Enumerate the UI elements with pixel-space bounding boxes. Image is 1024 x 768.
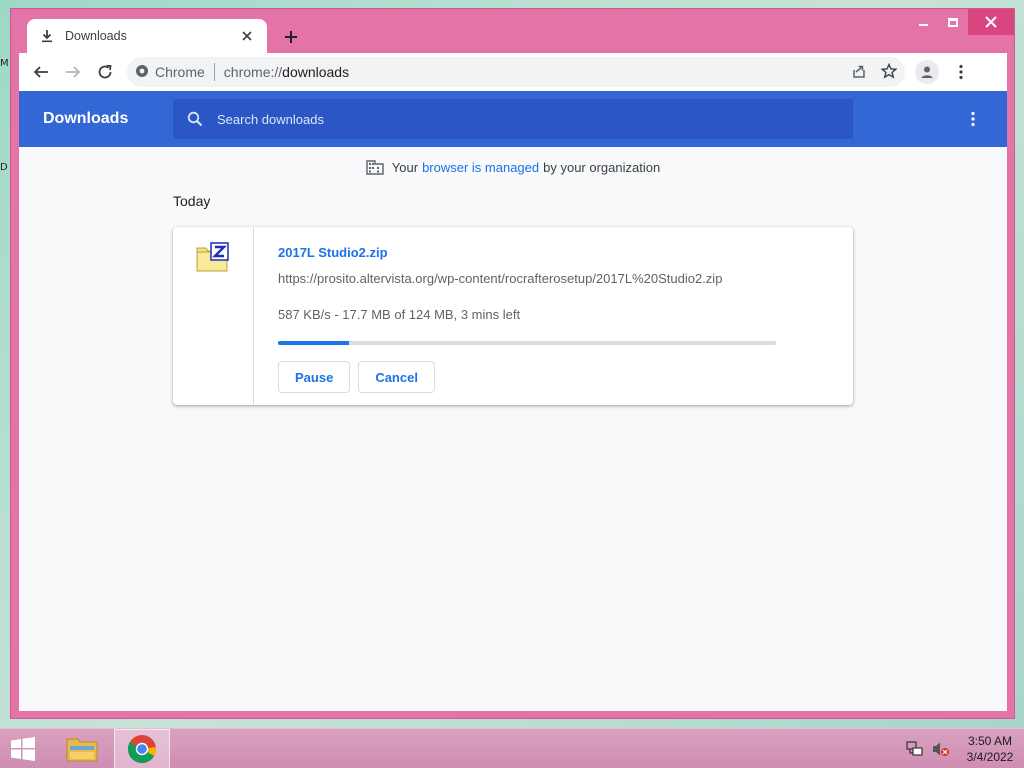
downloads-header: Downloads (19, 91, 1007, 147)
bookmark-button[interactable] (880, 62, 898, 82)
tab-title: Downloads (65, 29, 127, 43)
avatar-icon (915, 60, 939, 84)
reload-icon (98, 64, 112, 79)
download-actions: Pause Cancel (278, 361, 435, 393)
desktop-edge-label: M (0, 58, 9, 69)
browser-toolbar: Chrome chrome://downloads (19, 53, 1007, 91)
address-bar[interactable]: Chrome chrome://downloads (127, 57, 905, 87)
taskbar-file-explorer[interactable] (54, 729, 110, 768)
managed-notice-prefix: Your (391, 159, 419, 175)
omnibox-divider (213, 63, 215, 81)
volume-button[interactable] (930, 738, 952, 760)
managed-notice-link[interactable]: browser is managed (422, 160, 539, 175)
site-label: Chrome (155, 64, 205, 80)
close-icon (985, 16, 997, 28)
download-progress-bar (278, 341, 776, 345)
clock-time: 3:50 AM (967, 734, 1013, 748)
reload-button[interactable] (89, 56, 121, 88)
managed-notice-suffix: by your organization (543, 159, 661, 175)
search-box[interactable] (173, 99, 853, 139)
downloads-page: Downloads Your browser is managed by you… (19, 91, 1007, 711)
browser-menu-button[interactable] (945, 56, 977, 88)
download-status: 587 KB/s - 17.7 MB of 124 MB, 3 mins lef… (278, 307, 521, 322)
new-tab-button[interactable] (279, 25, 303, 49)
system-tray: 3:50 AM 3/4/2022 (904, 729, 1024, 768)
date-heading: Today (173, 193, 211, 209)
url-scheme: chrome:// (223, 64, 283, 80)
download-item-icon-column (173, 227, 254, 405)
clock-date: 3/4/2022 (966, 750, 1014, 764)
zip-file-icon (196, 242, 230, 277)
search-input[interactable] (217, 111, 817, 127)
clock[interactable]: 3:50 AM 3/4/2022 (956, 733, 1024, 765)
managed-notice: Your browser is managed by your organiza… (19, 159, 1007, 175)
windows-logo-icon (11, 737, 35, 761)
profile-button[interactable] (911, 56, 943, 88)
search-icon (187, 111, 203, 127)
star-icon (880, 62, 898, 79)
download-file-name[interactable]: 2017L Studio2.zip (278, 245, 388, 260)
building-icon (366, 159, 384, 175)
download-item: 2017L Studio2.zip https://prosito.alterv… (173, 227, 853, 405)
kebab-menu-icon (959, 64, 963, 80)
network-icon (906, 741, 923, 756)
taskbar-chrome[interactable] (114, 729, 170, 768)
chrome-site-icon (135, 64, 149, 81)
plus-icon (285, 31, 297, 43)
tab-close-button[interactable] (239, 28, 255, 44)
tab-strip: Downloads (17, 19, 977, 53)
back-button[interactable] (25, 56, 57, 88)
download-progress-fill (278, 341, 349, 345)
tab-downloads[interactable]: Downloads (27, 19, 267, 53)
url-path: downloads (282, 64, 350, 80)
page-title: Downloads (43, 110, 129, 127)
chrome-logo-icon (127, 735, 157, 764)
pause-button[interactable]: Pause (278, 361, 351, 393)
desktop-edge-label: D (0, 162, 8, 173)
download-icon (39, 28, 55, 44)
arrow-left-icon (33, 66, 48, 78)
browser-window: Downloads Chrome chrome://downloads Down… (10, 8, 1015, 719)
start-button[interactable] (8, 735, 38, 763)
arrow-right-icon (66, 66, 81, 78)
close-icon (242, 31, 252, 41)
share-icon (853, 65, 865, 78)
volume-muted-icon (933, 742, 949, 756)
folder-icon (66, 738, 98, 762)
cancel-button[interactable]: Cancel (358, 361, 435, 393)
download-source-url: https://prosito.altervista.org/wp-conten… (278, 271, 723, 286)
downloads-menu-button[interactable] (963, 109, 983, 129)
network-button[interactable] (904, 738, 926, 760)
share-button[interactable] (851, 63, 867, 82)
forward-button[interactable] (57, 56, 89, 88)
taskbar: 3:50 AM 3/4/2022 (0, 728, 1024, 768)
kebab-menu-icon (971, 111, 975, 127)
